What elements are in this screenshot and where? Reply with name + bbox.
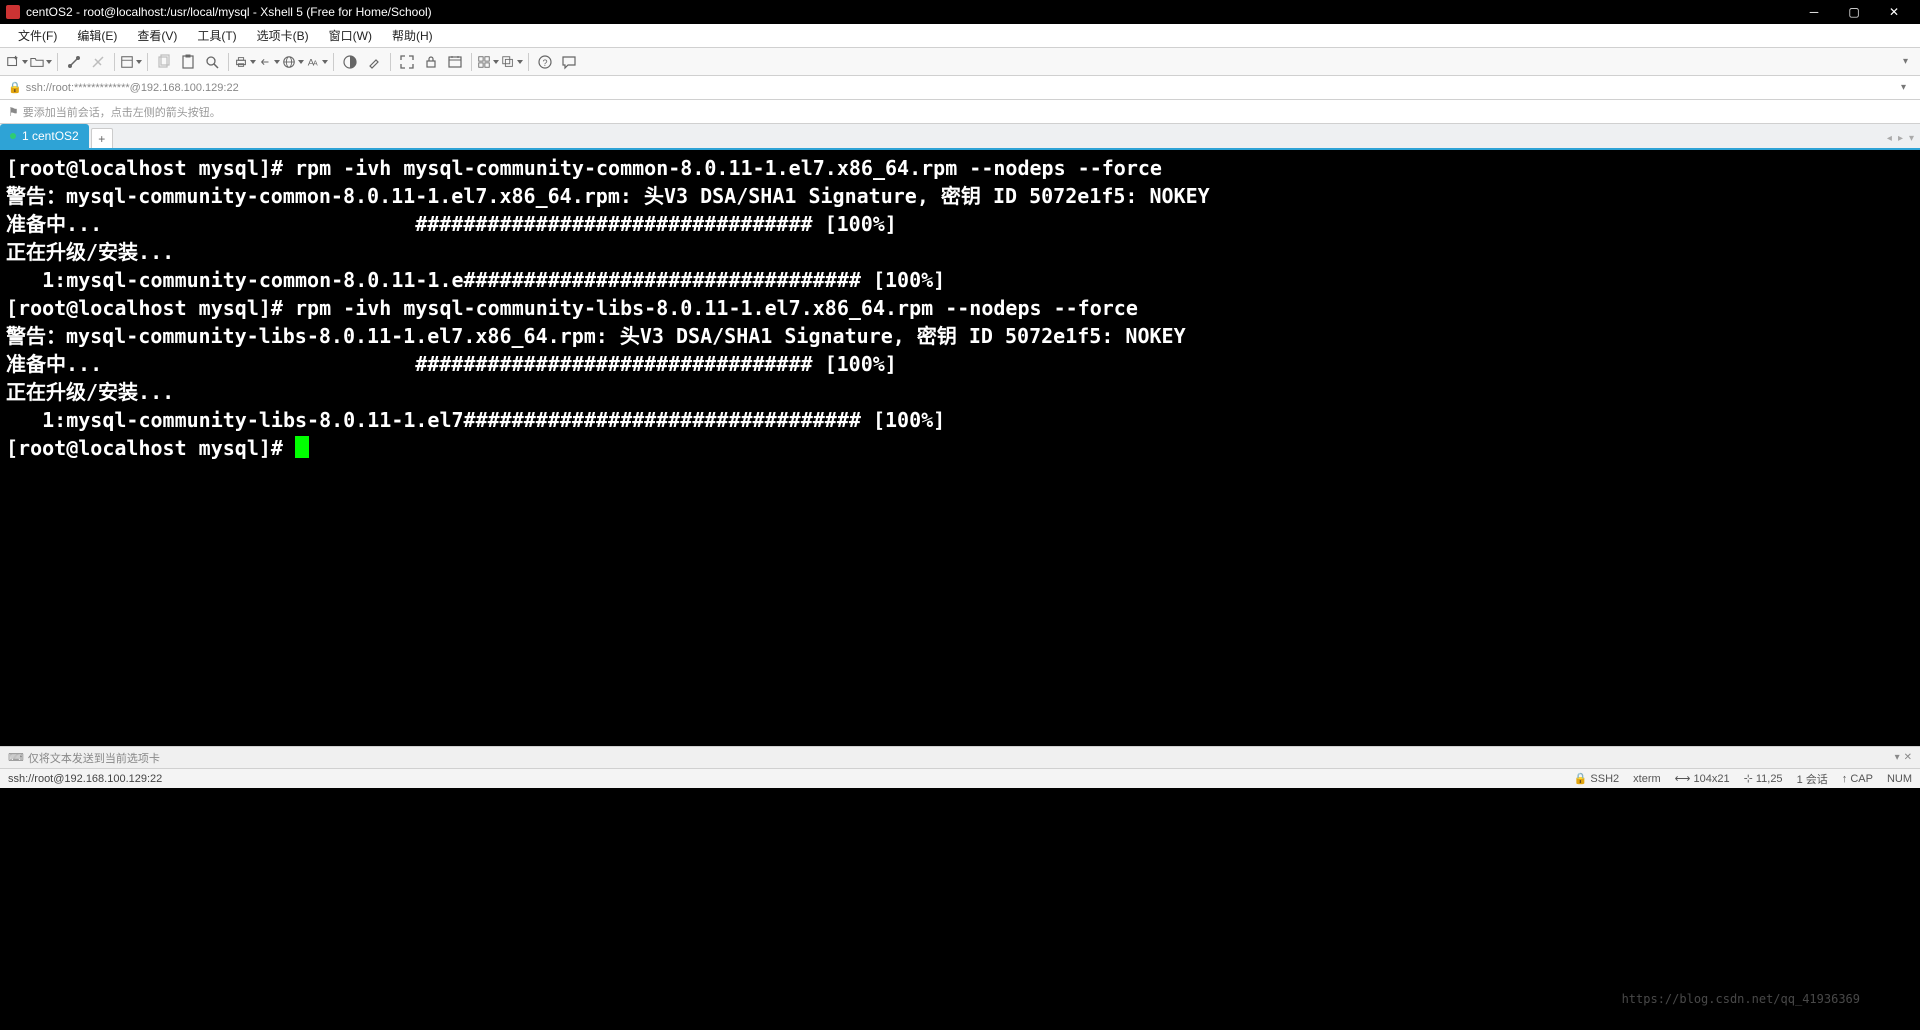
tabs-nav-icons: ◂ ▸ ▾ [1887, 133, 1914, 144]
status-session: 1 会话 [1797, 771, 1828, 787]
toolbar: AA ? ▾ [0, 48, 1920, 76]
menu-window[interactable]: 窗口(W) [319, 24, 382, 47]
status-pos: ⊹ 11,25 [1744, 772, 1783, 785]
find-icon[interactable] [201, 51, 223, 73]
status-cap: ↑ CAP [1842, 773, 1873, 785]
tabs-bar: 1 centOS2 + ◂ ▸ ▾ [0, 124, 1920, 150]
terminal-line: 1:mysql-community-libs-8.0.11-1.el7#####… [6, 408, 945, 432]
svg-text:?: ? [543, 58, 548, 68]
keyboard-icon: ⌨ [8, 751, 24, 764]
lock-icon[interactable] [420, 51, 442, 73]
maximize-button[interactable]: ▢ [1834, 0, 1874, 24]
menu-edit[interactable]: 编辑(E) [67, 24, 127, 47]
terminal-line: [root@localhost mysql]# [6, 436, 295, 460]
toolbar-separator [471, 53, 472, 71]
terminal-line: [root@localhost mysql]# rpm -ivh mysql-c… [6, 156, 1162, 180]
calendar-icon[interactable] [444, 51, 466, 73]
close-button[interactable]: ✕ [1874, 0, 1914, 24]
tab-menu-icon[interactable]: ▾ [1909, 133, 1914, 144]
tab-centos2[interactable]: 1 centOS2 [0, 124, 89, 148]
menu-bar: 文件(F) 编辑(E) 查看(V) 工具(T) 选项卡(B) 窗口(W) 帮助(… [0, 24, 1920, 48]
window-title: centOS2 - root@localhost:/usr/local/mysq… [26, 5, 1794, 19]
app-icon [6, 5, 20, 19]
hint-bar: ⚑ 要添加当前会话，点击左侧的箭头按钮。 [0, 100, 1920, 124]
fullscreen-icon[interactable] [396, 51, 418, 73]
paste-icon[interactable] [177, 51, 199, 73]
terminal-line: [root@localhost mysql]# rpm -ivh mysql-c… [6, 296, 1138, 320]
chat-icon[interactable] [558, 51, 580, 73]
cascade-icon[interactable] [501, 51, 523, 73]
terminal-cursor [295, 436, 309, 458]
toolbar-separator [333, 53, 334, 71]
status-ssh: 🔒 SSH2 [1574, 772, 1620, 785]
address-bar[interactable]: 🔒 ssh://root:*************@192.168.100.1… [0, 76, 1920, 100]
minimize-button[interactable]: ─ [1794, 0, 1834, 24]
terminal-line: 1:mysql-community-common-8.0.11-1.e#####… [6, 268, 945, 292]
send-dropdown-icon[interactable]: ▾ [1895, 752, 1900, 763]
menu-view[interactable]: 查看(V) [127, 24, 187, 47]
highlight-icon[interactable] [363, 51, 385, 73]
status-connection: ssh://root@192.168.100.129:22 [8, 773, 162, 785]
status-size: ⟷ 104x21 [1675, 772, 1730, 785]
terminal-line: 警告：mysql-community-libs-8.0.11-1.el7.x86… [6, 324, 1186, 348]
title-bar: centOS2 - root@localhost:/usr/local/mysq… [0, 0, 1920, 24]
address-dropdown-icon[interactable]: ▾ [1895, 82, 1912, 93]
send-status-bar: ⌨ 仅将文本发送到当前选项卡 ▾ ✕ [0, 746, 1920, 768]
menu-help[interactable]: 帮助(H) [382, 24, 443, 47]
svg-text:A: A [313, 60, 318, 67]
font-icon[interactable]: AA [306, 51, 328, 73]
address-text: ssh://root:*************@192.168.100.129… [26, 82, 239, 94]
transfer-icon[interactable] [258, 51, 280, 73]
toolbar-separator [57, 53, 58, 71]
open-icon[interactable] [30, 51, 52, 73]
reconnect-icon[interactable] [63, 51, 85, 73]
send-status-text: 仅将文本发送到当前选项卡 [28, 750, 160, 766]
help-icon[interactable]: ? [534, 51, 556, 73]
terminal-line: 正在升级/安装... [6, 240, 174, 264]
menu-file[interactable]: 文件(F) [8, 24, 67, 47]
status-num: NUM [1887, 773, 1912, 785]
tile-icon[interactable] [477, 51, 499, 73]
copy-icon[interactable] [153, 51, 175, 73]
new-session-icon[interactable] [6, 51, 28, 73]
properties-icon[interactable] [120, 51, 142, 73]
tab-prev-icon[interactable]: ◂ [1887, 133, 1892, 144]
toolbar-separator [147, 53, 148, 71]
toolbar-separator [390, 53, 391, 71]
terminal-line: 准备中... #################################… [6, 212, 897, 236]
hint-text: 要添加当前会话，点击左侧的箭头按钮。 [23, 104, 221, 120]
tab-label: 1 centOS2 [22, 129, 79, 143]
tab-next-icon[interactable]: ▸ [1898, 133, 1903, 144]
terminal-line: 准备中... #################################… [6, 352, 897, 376]
terminal-line: 正在升级/安装... [6, 380, 174, 404]
disconnect-icon[interactable] [87, 51, 109, 73]
terminal-line: 警告：mysql-community-common-8.0.11-1.el7.x… [6, 184, 1210, 208]
terminal[interactable]: [root@localhost mysql]# rpm -ivh mysql-c… [0, 150, 1920, 746]
menu-tabs[interactable]: 选项卡(B) [247, 24, 319, 47]
status-term: xterm [1633, 773, 1661, 785]
color-scheme-icon[interactable] [339, 51, 361, 73]
flag-icon: ⚑ [8, 105, 19, 119]
status-bar: ssh://root@192.168.100.129:22 🔒 SSH2 xte… [0, 768, 1920, 788]
print-icon[interactable] [234, 51, 256, 73]
tab-status-dot-icon [10, 133, 16, 139]
toolbar-separator [228, 53, 229, 71]
toolbar-separator [114, 53, 115, 71]
send-close-icon[interactable]: ✕ [1904, 752, 1912, 763]
lock-small-icon: 🔒 [8, 81, 22, 94]
toolbar-separator [528, 53, 529, 71]
watermark: https://blog.csdn.net/qq_41936369 [1622, 992, 1860, 1006]
menu-tools[interactable]: 工具(T) [187, 24, 246, 47]
add-tab-button[interactable]: + [91, 128, 113, 148]
toolbar-overflow-icon[interactable]: ▾ [1897, 56, 1914, 67]
globe-icon[interactable] [282, 51, 304, 73]
